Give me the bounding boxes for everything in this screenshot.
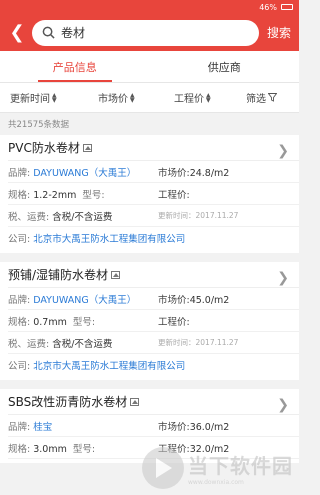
brand-label: 品牌: — [8, 294, 31, 306]
sort-label: 市场价 — [98, 94, 128, 105]
sort-market-price[interactable]: 市场价 ▲ ▼ — [98, 90, 174, 105]
chevron-right-icon[interactable]: ❯ — [277, 270, 289, 286]
sort-arrows-icon: ▲ ▼ — [52, 91, 57, 104]
tax-value: 含税/不含运费 — [52, 211, 113, 223]
spec-label: 规格: — [8, 189, 31, 201]
product-title: PVC防水卷材 — [8, 141, 80, 155]
market-price-label: 市场价: — [158, 421, 190, 433]
brand-link[interactable]: DAYUWANG（大禹王） — [33, 168, 136, 179]
product-title: SBS改性沥青防水卷材 — [8, 395, 128, 409]
product-title-row: PVC防水卷材 — [8, 135, 299, 161]
watermark-logo-icon — [142, 447, 184, 489]
model-label: 型号: — [72, 443, 96, 455]
filter-label: 筛选 — [246, 94, 266, 105]
brand-link[interactable]: DAYUWANG（大禹王） — [33, 295, 136, 306]
spec-label: 规格: — [8, 316, 31, 328]
brand-label: 品牌: — [8, 167, 31, 179]
product-title: 预铺/湿铺防水卷材 — [8, 268, 109, 282]
company-link[interactable]: 北京市大禹王防水工程集团有限公司 — [33, 234, 185, 245]
sort-update-time[interactable]: 更新时间 ▲ ▼ — [10, 90, 98, 105]
spec-value: 0.7mm — [33, 316, 67, 328]
tab-bar: 产品信息 供应商 — [0, 51, 299, 83]
spec-value: 1.2-2mm — [33, 189, 77, 201]
image-icon — [130, 397, 140, 406]
market-price-label: 市场价: — [158, 167, 190, 179]
sort-arrows-icon: ▲ ▼ — [206, 91, 211, 104]
header: ❮ 搜索 — [0, 14, 299, 51]
sort-arrows-icon: ▲ ▼ — [130, 91, 135, 104]
update-time: 更新时间：2017.11.27 — [158, 211, 239, 220]
search-button[interactable]: 搜索 — [267, 24, 291, 41]
project-price-label: 工程价: — [158, 316, 190, 328]
back-icon[interactable]: ❮ — [6, 22, 28, 43]
update-time: 更新时间：2017.11.27 — [158, 338, 239, 347]
company-link[interactable]: 北京市大禹王防水工程集团有限公司 — [33, 361, 185, 372]
company-label: 公司: — [8, 234, 31, 245]
watermark: 当下软件园 www.downxia.com — [142, 447, 293, 489]
product-card[interactable]: PVC防水卷材 ❯ 品牌: DAYUWANG（大禹王） 市场价:24.8/m2 … — [0, 135, 299, 253]
sort-project-price[interactable]: 工程价 ▲ ▼ — [174, 90, 246, 105]
search-icon — [42, 26, 55, 39]
filter-button[interactable]: 筛选 — [246, 90, 277, 105]
company-label: 公司: — [8, 361, 31, 372]
watermark-url: www.downxia.com — [188, 479, 244, 486]
battery-icon — [281, 4, 293, 10]
model-label: 型号: — [82, 189, 105, 201]
chevron-right-icon[interactable]: ❯ — [277, 143, 289, 159]
status-bar: 46% — [0, 0, 299, 14]
tax-label: 税、运费: — [8, 338, 50, 350]
product-card[interactable]: 预铺/湿铺防水卷材 ❯ 品牌: DAYUWANG（大禹王） 市场价:45.0/m… — [0, 262, 299, 380]
tax-label: 税、运费: — [8, 211, 50, 223]
product-title-row: SBS改性沥青防水卷材 — [8, 389, 299, 415]
model-label: 型号: — [72, 316, 96, 328]
battery-text: 46% — [259, 2, 277, 12]
image-icon — [82, 143, 92, 152]
search-box[interactable] — [32, 19, 259, 46]
sort-label: 更新时间 — [10, 94, 50, 105]
project-price-label: 工程价: — [158, 189, 190, 201]
image-icon — [111, 270, 121, 279]
sort-label: 工程价 — [174, 94, 204, 105]
tab-supplier[interactable]: 供应商 — [150, 51, 300, 82]
market-price: 24.8/m2 — [189, 167, 230, 179]
chevron-right-icon[interactable]: ❯ — [277, 397, 289, 413]
brand-label: 品牌: — [8, 421, 31, 433]
filter-icon — [268, 93, 277, 102]
market-price: 45.0/m2 — [189, 294, 230, 306]
sort-bar: 更新时间 ▲ ▼ 市场价 ▲ ▼ 工程价 ▲ ▼ 筛选 — [0, 83, 299, 113]
market-price: 36.0/m2 — [189, 421, 230, 433]
spec-label: 规格: — [8, 443, 31, 455]
result-count: 共21575条数据 — [0, 113, 299, 135]
brand-link[interactable]: 桂宝 — [33, 422, 52, 433]
watermark-name: 当下软件园 — [188, 454, 293, 478]
tax-value: 含税/不含运费 — [52, 338, 113, 350]
market-price-label: 市场价: — [158, 294, 190, 306]
product-title-row: 预铺/湿铺防水卷材 — [8, 262, 299, 288]
spec-value: 3.0mm — [33, 443, 67, 455]
tab-product-info[interactable]: 产品信息 — [0, 51, 150, 82]
search-input[interactable] — [61, 25, 211, 40]
